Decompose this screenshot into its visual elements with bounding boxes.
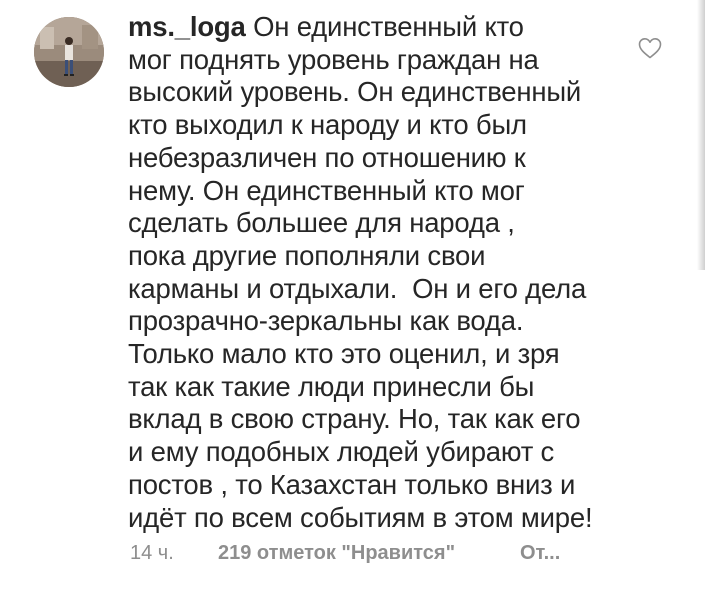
avatar-photo (34, 17, 104, 87)
heart-outline-icon (638, 38, 662, 59)
comment-line: мог поднять уровень граждан на (128, 43, 539, 75)
comment-line: постов , то Казахстан только вниз и (128, 468, 576, 500)
comment-line: небезразличен по отношению к (128, 141, 526, 173)
comment-line: вклад в свою страну. Но, так как его (128, 403, 581, 435)
comment-text: ms._loga Он единственный кто мог поднять… (128, 11, 628, 534)
scrollbar-edge (697, 0, 705, 270)
comment-line: пока другие пополняли свои (128, 239, 486, 271)
comment-line: ms._loga Он единственный кто (128, 11, 628, 44)
comment-line: и ему подобных людей убирают с (128, 436, 555, 468)
comment-timestamp: 14 ч. (130, 542, 174, 564)
comment-item: ms._loga Он единственный кто мог поднять… (0, 0, 705, 603)
comment-line-text: Он единственный кто (253, 11, 524, 42)
comment-line: кто выходил к народу и кто был (128, 109, 527, 141)
comment-username[interactable]: ms._loga (128, 11, 246, 42)
comment-screen: ms._loga Он единственный кто мог поднять… (0, 0, 705, 603)
reply-button[interactable]: От... (520, 542, 560, 565)
comment-line: так как такие люди принесли бы (128, 370, 535, 402)
comment-line: нему. Он единственный кто мог (128, 174, 525, 206)
comment-line: Только мало кто это оценил, и зря (128, 338, 560, 370)
comment-line: прозрачно-зеркальны как вода. (128, 305, 524, 337)
comment-line: высокий уровень. Он единственный (128, 76, 582, 108)
likes-count-link[interactable]: 219 отметок "Нравится" (218, 542, 455, 565)
user-avatar[interactable] (34, 17, 104, 87)
comment-line: идёт по всем событиям в этом мире! (128, 501, 593, 533)
like-button[interactable] (637, 36, 663, 60)
comment-line: сделать большее для народа , (128, 207, 515, 239)
comment-line: карманы и отдыхали. Он и его дела (128, 272, 587, 304)
